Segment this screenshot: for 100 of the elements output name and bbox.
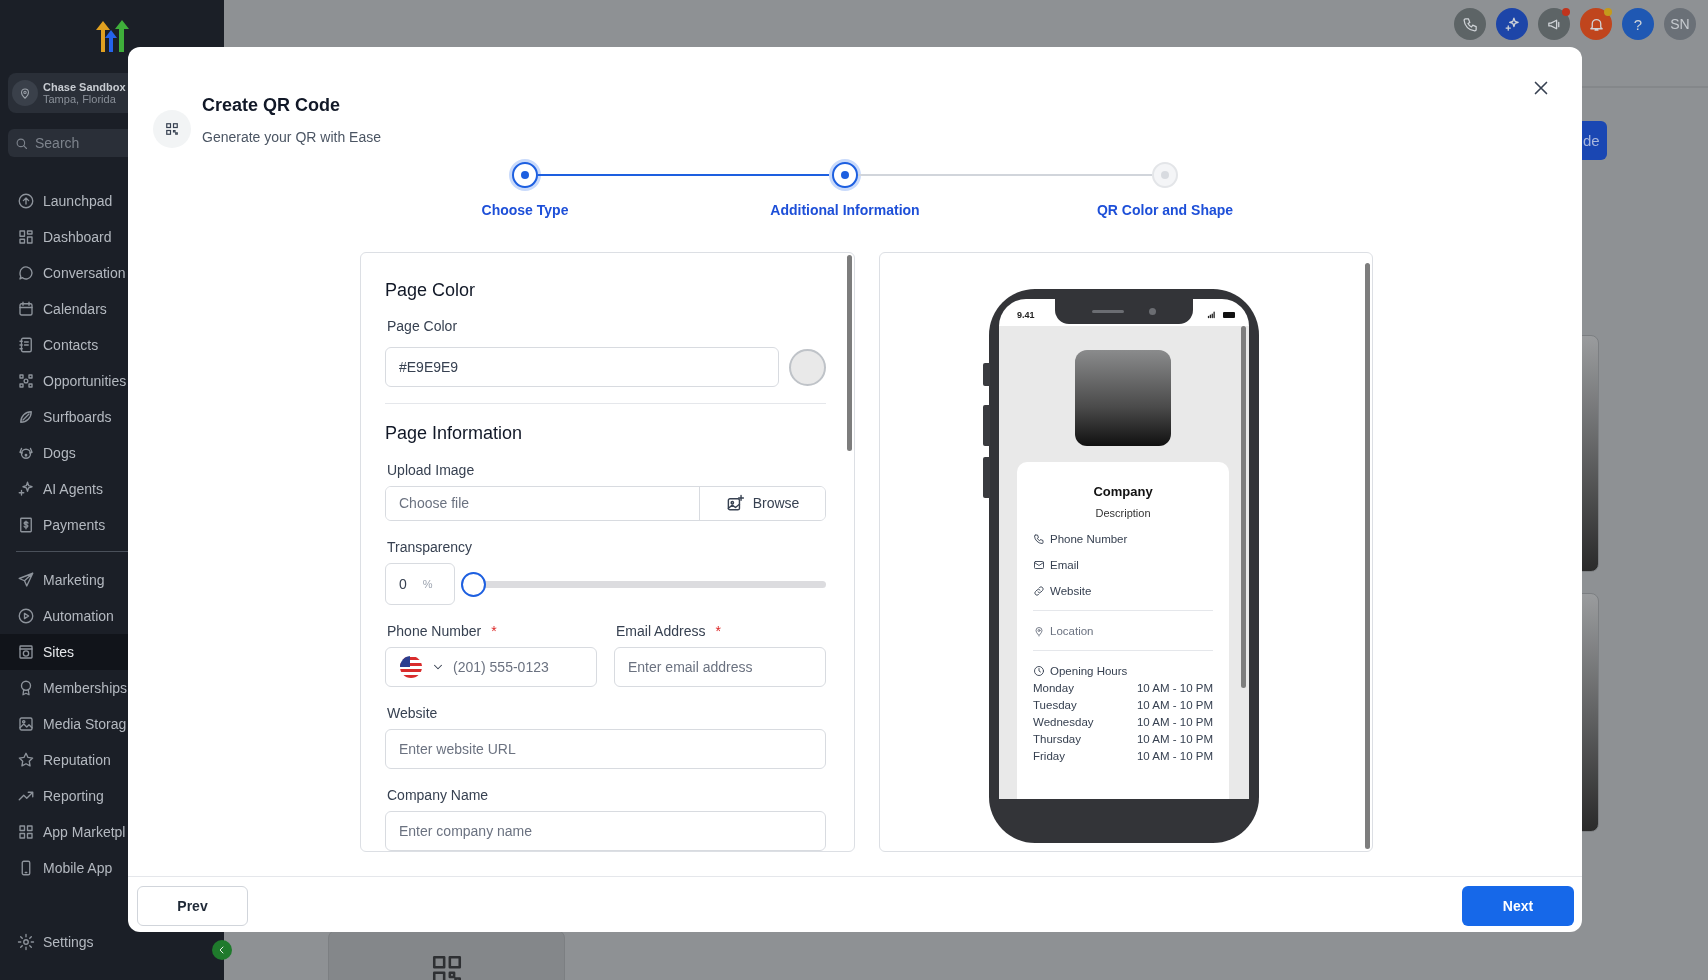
logo-arrows-icon bbox=[95, 18, 131, 52]
sidebar-item[interactable]: Payments bbox=[0, 507, 224, 543]
required-mark: * bbox=[715, 622, 721, 640]
battery-icon bbox=[1223, 311, 1235, 318]
image-icon bbox=[17, 715, 35, 733]
section-heading: Page Color bbox=[385, 279, 477, 301]
nodes-icon bbox=[17, 372, 35, 390]
address-book-icon bbox=[17, 336, 35, 354]
calendar-icon bbox=[17, 300, 35, 318]
sidebar-item[interactable]: Media Storag bbox=[0, 706, 224, 742]
contact-label: Email bbox=[1050, 559, 1079, 571]
prev-button[interactable]: Prev bbox=[137, 886, 248, 926]
ai-button[interactable] bbox=[1496, 8, 1528, 40]
phone-icon bbox=[1033, 533, 1045, 545]
hours-title: Opening Hours bbox=[1050, 665, 1128, 677]
step-label[interactable]: Choose Type bbox=[481, 200, 569, 220]
grid-icon bbox=[17, 228, 35, 246]
star-icon bbox=[17, 751, 35, 769]
sidebar-item[interactable]: Contacts bbox=[0, 327, 224, 363]
location-pin-icon bbox=[12, 80, 38, 106]
sidebar-item[interactable]: Reporting bbox=[0, 778, 224, 814]
flag-icon[interactable] bbox=[399, 655, 423, 679]
account-name: Chase Sandbox bbox=[43, 81, 126, 93]
account-location: Tampa, Florida bbox=[43, 93, 117, 105]
sidebar-item[interactable]: AI Agents bbox=[0, 471, 224, 507]
percent-field[interactable]: 0 % bbox=[385, 563, 455, 605]
field-label: Transparency bbox=[387, 538, 474, 556]
scrollbar[interactable] bbox=[1365, 263, 1370, 849]
sidebar-item[interactable]: Memberships bbox=[0, 670, 224, 706]
phone-icon bbox=[1461, 15, 1479, 33]
field-label: Upload Image bbox=[387, 460, 476, 479]
weekday: Friday bbox=[1033, 750, 1065, 762]
required-mark: * bbox=[491, 622, 497, 640]
field-label: Phone Number bbox=[387, 622, 482, 640]
file-field[interactable]: Choose file Browse bbox=[385, 485, 826, 521]
sparkle-icon bbox=[1503, 15, 1521, 33]
qr-code-icon bbox=[153, 110, 191, 148]
browser-icon bbox=[17, 643, 35, 661]
browse-button[interactable]: Browse bbox=[699, 486, 825, 520]
weekday: Thursday bbox=[1033, 733, 1081, 745]
weekday: Wednesday bbox=[1033, 716, 1094, 728]
announcements-button[interactable] bbox=[1538, 8, 1570, 40]
company-description: Description bbox=[1094, 507, 1152, 519]
sidebar-item[interactable]: Surfboards bbox=[0, 399, 224, 435]
sidebar-item[interactable]: Automation bbox=[0, 598, 224, 634]
company-name: Company bbox=[1092, 484, 1154, 499]
sparkle-icon bbox=[17, 480, 35, 498]
sidebar-item[interactable]: Dashboard bbox=[0, 219, 224, 255]
sidebar-item[interactable]: Dogs bbox=[0, 435, 224, 471]
scrollbar[interactable] bbox=[1241, 326, 1246, 688]
hours-time: 10 AM - 10 PM bbox=[1136, 733, 1213, 745]
sidebar-item[interactable]: App Marketpl bbox=[0, 814, 224, 850]
help-button[interactable]: ? bbox=[1622, 8, 1654, 40]
step-indicator[interactable] bbox=[832, 162, 858, 188]
hours-time: 10 AM - 10 PM bbox=[1136, 750, 1213, 762]
image-add-icon bbox=[725, 493, 745, 513]
paper-plane-icon bbox=[17, 571, 35, 589]
surfboard-icon bbox=[17, 408, 35, 426]
contact-label: Phone Number bbox=[1050, 533, 1128, 545]
status-time: 9.41 bbox=[1017, 309, 1035, 320]
clock-icon bbox=[1033, 665, 1045, 677]
slider[interactable] bbox=[461, 571, 826, 597]
hours-time: 10 AM - 10 PM bbox=[1136, 682, 1213, 694]
field-label: Website bbox=[387, 704, 438, 722]
search-field[interactable]: Search bbox=[33, 134, 183, 152]
notifications-button[interactable] bbox=[1580, 8, 1612, 40]
sidebar-item[interactable]: Calendars bbox=[0, 291, 224, 327]
field-label: Company Name bbox=[387, 786, 489, 804]
sidebar-item[interactable]: Mobile App bbox=[0, 850, 224, 886]
arrow-circle-icon bbox=[17, 192, 35, 210]
website-field[interactable]: Enter website URL bbox=[385, 729, 826, 769]
hours-time: 10 AM - 10 PM bbox=[1136, 699, 1213, 711]
company-name-field[interactable]: Enter company name bbox=[385, 811, 826, 851]
step-indicator[interactable] bbox=[512, 162, 538, 188]
sidebar-item[interactable]: Conversation bbox=[0, 255, 224, 291]
next-button[interactable]: Next bbox=[1462, 886, 1574, 926]
phone-field[interactable]: (201) 555-0123 bbox=[385, 647, 597, 687]
step-label[interactable]: Additional Information bbox=[770, 200, 920, 220]
scrollbar[interactable] bbox=[847, 255, 852, 451]
color-swatch[interactable] bbox=[789, 348, 826, 386]
weekday: Monday bbox=[1033, 682, 1074, 694]
sidebar-item[interactable]: Settings bbox=[0, 924, 224, 960]
email-field[interactable]: Enter email address bbox=[614, 647, 826, 687]
phone-button[interactable] bbox=[1454, 8, 1486, 40]
field-label: Page Color bbox=[387, 317, 459, 335]
location-pin-icon bbox=[1033, 625, 1045, 637]
field-label: Email Address bbox=[616, 622, 706, 640]
sidebar-item[interactable]: Marketing bbox=[0, 562, 224, 598]
sidebar-item[interactable]: Launchpad bbox=[0, 183, 224, 219]
color-field[interactable]: #E9E9E9 bbox=[385, 347, 779, 387]
sidebar-item[interactable]: Reputation bbox=[0, 742, 224, 778]
weekday: Tuesday bbox=[1033, 699, 1077, 711]
app-grid-icon bbox=[17, 823, 35, 841]
hours-time: 10 AM - 10 PM bbox=[1136, 716, 1213, 728]
sidebar-item[interactable]: Opportunities bbox=[0, 363, 224, 399]
step-label[interactable]: QR Color and Shape bbox=[1096, 200, 1234, 220]
slider-thumb[interactable] bbox=[461, 571, 486, 597]
notification-dot bbox=[1604, 8, 1612, 16]
receipt-icon bbox=[17, 516, 35, 534]
collapse-button[interactable] bbox=[212, 940, 232, 960]
